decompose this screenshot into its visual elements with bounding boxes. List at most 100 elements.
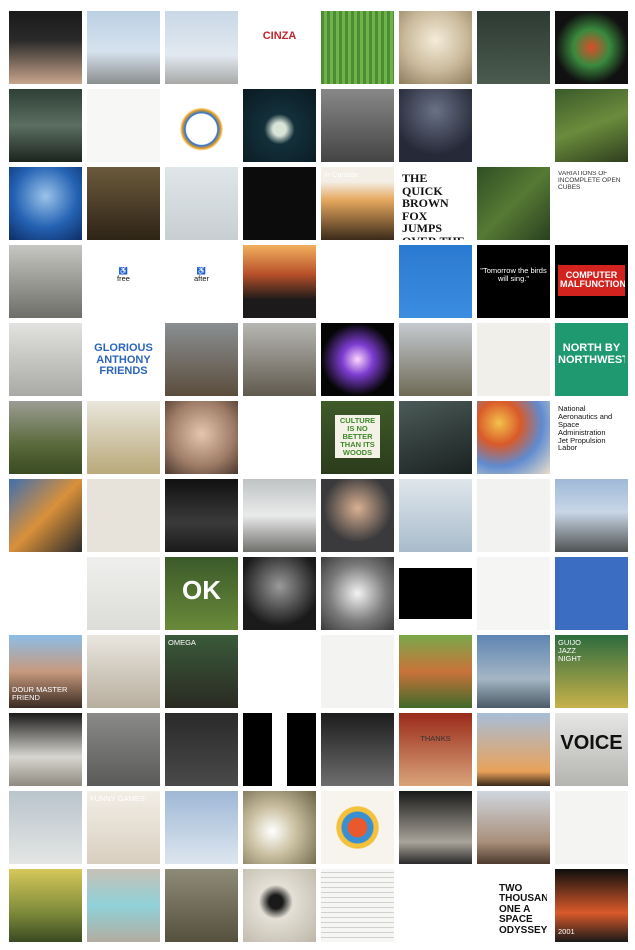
thumbnail-tile[interactable]: [87, 401, 160, 474]
thumbnail-tile[interactable]: ♿ after: [165, 245, 238, 318]
thumbnail-tile[interactable]: [399, 89, 472, 162]
thumbnail-tile[interactable]: [321, 89, 394, 162]
thumbnail-tile[interactable]: ♿ free: [87, 245, 160, 318]
thumbnail-tile[interactable]: FUNNY GAMES: [87, 791, 160, 864]
thumbnail-tile[interactable]: [165, 479, 238, 552]
thumbnail-tile[interactable]: [477, 167, 550, 240]
thumbnail-tile[interactable]: THANKS: [399, 713, 472, 786]
thumbnail-tile[interactable]: [477, 89, 550, 162]
thumbnail-tile[interactable]: "Tomorrow the birds will sing.": [477, 245, 550, 318]
thumbnail-tile[interactable]: [243, 89, 316, 162]
thumbnail-tile[interactable]: [9, 869, 82, 942]
thumbnail-tile[interactable]: [9, 167, 82, 240]
thumbnail-tile[interactable]: [477, 557, 550, 630]
thumbnail-tile[interactable]: CULTURE IS NO BETTER THAN ITS WOODS: [321, 401, 394, 474]
thumbnail-caption: VOICE: [560, 733, 623, 754]
thumbnail-tile[interactable]: [165, 167, 238, 240]
thumbnail-tile[interactable]: [9, 557, 82, 630]
thumbnail-tile[interactable]: [399, 869, 472, 942]
thumbnail-tile[interactable]: [243, 635, 316, 708]
thumbnail-tile[interactable]: [399, 11, 472, 84]
thumbnail-tile[interactable]: [87, 89, 160, 162]
thumbnail-tile[interactable]: [321, 869, 394, 942]
thumbnail-tile[interactable]: [9, 323, 82, 396]
thumbnail-tile[interactable]: NORTH BY NORTHWEST: [555, 323, 628, 396]
thumbnail-tile[interactable]: [555, 89, 628, 162]
thumbnail-tile[interactable]: [87, 479, 160, 552]
thumbnail-tile[interactable]: [477, 635, 550, 708]
thumbnail-tile[interactable]: [243, 401, 316, 474]
thumbnail-tile[interactable]: [9, 791, 82, 864]
thumbnail-tile[interactable]: GLORIOUS ANTHONY FRIENDS: [87, 323, 160, 396]
thumbnail-tile[interactable]: [399, 245, 472, 318]
thumbnail-tile[interactable]: VARIATIONS OF INCOMPLETE OPEN CUBES: [555, 167, 628, 240]
thumbnail-tile[interactable]: [165, 11, 238, 84]
thumbnail-tile[interactable]: [9, 713, 82, 786]
thumbnail-tile[interactable]: [321, 713, 394, 786]
thumbnail-tile[interactable]: [9, 479, 82, 552]
thumbnail-tile[interactable]: [87, 167, 160, 240]
thumbnail-tile[interactable]: [243, 323, 316, 396]
thumbnail-tile[interactable]: [555, 11, 628, 84]
thumbnail-tile[interactable]: [321, 635, 394, 708]
thumbnail-tile[interactable]: [243, 557, 316, 630]
thumbnail-tile[interactable]: [321, 479, 394, 552]
thumbnail-tile[interactable]: [9, 245, 82, 318]
thumbnail-tile[interactable]: in Canada: [321, 167, 394, 240]
thumbnail-tile[interactable]: OMEGA: [165, 635, 238, 708]
thumbnail-tile[interactable]: DOUR MASTER FRIEND: [9, 635, 82, 708]
thumbnail-tile[interactable]: [477, 401, 550, 474]
thumbnail-tile[interactable]: [9, 89, 82, 162]
thumbnail-caption: in Canada: [324, 171, 359, 179]
thumbnail-tile[interactable]: [87, 11, 160, 84]
thumbnail-tile[interactable]: [555, 557, 628, 630]
thumbnail-tile[interactable]: [9, 11, 82, 84]
thumbnail-tile[interactable]: [87, 869, 160, 942]
thumbnail-tile[interactable]: [399, 323, 472, 396]
thumbnail-tile[interactable]: GUIJO JAZZ NIGHT: [555, 635, 628, 708]
thumbnail-tile[interactable]: [321, 11, 394, 84]
thumbnail-tile[interactable]: [477, 791, 550, 864]
thumbnail-tile[interactable]: [399, 635, 472, 708]
thumbnail-tile[interactable]: [165, 323, 238, 396]
thumbnail-tile[interactable]: [243, 791, 316, 864]
thumbnail-tile[interactable]: [243, 245, 316, 318]
thumbnail-tile[interactable]: [321, 245, 394, 318]
thumbnail-tile[interactable]: [165, 869, 238, 942]
thumbnail-tile[interactable]: [165, 89, 238, 162]
thumbnail-tile[interactable]: [243, 869, 316, 942]
thumbnail-tile[interactable]: [321, 557, 394, 630]
thumbnail-tile[interactable]: [321, 791, 394, 864]
thumbnail-tile[interactable]: [321, 323, 394, 396]
thumbnail-tile[interactable]: [87, 557, 160, 630]
thumbnail-tile[interactable]: [477, 479, 550, 552]
thumbnail-tile[interactable]: [555, 479, 628, 552]
thumbnail-tile[interactable]: [477, 11, 550, 84]
thumbnail-tile[interactable]: [165, 791, 238, 864]
thumbnail-tile[interactable]: [87, 635, 160, 708]
thumbnail-tile[interactable]: [165, 713, 238, 786]
thumbnail-tile[interactable]: [165, 401, 238, 474]
thumbnail-tile[interactable]: OK: [165, 557, 238, 630]
thumbnail-tile[interactable]: [399, 557, 472, 630]
thumbnail-tile[interactable]: [243, 713, 316, 786]
thumbnail-tile[interactable]: TWO THOUSAND ONE A SPACE ODYSSEY: [477, 869, 550, 942]
thumbnail-tile[interactable]: [399, 401, 472, 474]
thumbnail-tile[interactable]: THE QUICK BROWN FOX JUMPS OVER THE LAZY …: [399, 167, 472, 240]
thumbnail-tile[interactable]: CINZA: [243, 11, 316, 84]
thumbnail-tile[interactable]: [555, 791, 628, 864]
thumbnail-caption: OMEGA: [168, 639, 196, 647]
thumbnail-tile[interactable]: [87, 713, 160, 786]
thumbnail-tile[interactable]: [9, 401, 82, 474]
thumbnail-tile[interactable]: [243, 479, 316, 552]
thumbnail-tile[interactable]: [477, 713, 550, 786]
thumbnail-tile[interactable]: 2001: [555, 869, 628, 942]
thumbnail-tile[interactable]: [477, 323, 550, 396]
thumbnail-tile[interactable]: [399, 791, 472, 864]
thumbnail-tile[interactable]: [399, 479, 472, 552]
thumbnail-tile[interactable]: COMPUTER MALFUNCTION: [555, 245, 628, 318]
thumbnail-tile[interactable]: VOICE: [555, 713, 628, 786]
thumbnail-tile[interactable]: National Aeronautics and Space Administr…: [555, 401, 628, 474]
thumbnail-caption: "Tomorrow the birds will sing.": [480, 267, 547, 283]
thumbnail-tile[interactable]: [243, 167, 316, 240]
